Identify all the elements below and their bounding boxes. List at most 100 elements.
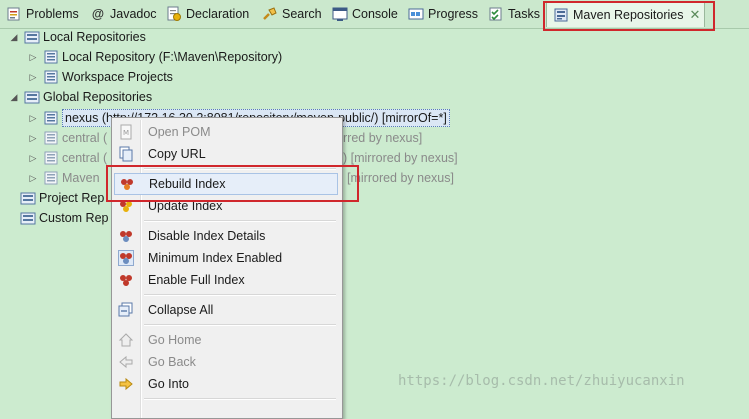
tab-search[interactable]: Search [262,4,322,24]
collapsed-triangle-icon[interactable]: ▷ [27,67,39,87]
tree-node-mirror-text: [mirrored by nexus] [347,171,454,185]
minimum-index-icon [118,250,134,266]
repository-icon [44,171,58,185]
menu-item-label: Open POM [148,125,211,139]
menu-item-disable-index-details[interactable]: Disable Index Details [114,225,338,247]
menu-item-label: Go Into [148,377,189,391]
tab-label: Problems [26,7,79,21]
tab-label: Progress [428,7,479,21]
menu-item-open-pom[interactable]: M Open POM [114,121,338,143]
tree-node-custom-repositories[interactable]: Custom Rep [20,208,108,228]
forward-arrow-icon [119,377,133,391]
tree-node-mirror-text: rred by nexus] [343,131,423,145]
menu-item-copy-url[interactable]: Copy URL [114,143,338,165]
repository-group-icon [24,91,40,104]
repository-group-icon [20,192,36,205]
tree-node-label: Project Rep [39,191,105,205]
tree-node-local-repository[interactable]: ▷ Local Repository (F:\Maven\Repository) [27,47,283,67]
menu-item-label: Minimum Index Enabled [148,251,283,265]
tab-label: Maven Repositories [573,8,684,22]
expanded-triangle-icon[interactable]: ◢ [8,87,20,107]
tree-node-central[interactable]: ▷ central ( [27,128,108,148]
menu-item-label: Go Back [148,355,196,369]
repository-group-icon [24,31,40,44]
pom-file-icon: M [120,124,132,140]
collapsed-triangle-icon[interactable]: ▷ [27,108,39,128]
menu-separator [144,294,336,296]
tree-node-label: Local Repositories [43,30,146,44]
repository-icon [44,151,58,165]
menu-item-enable-full-index[interactable]: Enable Full Index [114,269,338,291]
progress-icon [408,8,424,20]
menu-separator [144,220,336,222]
menu-separator [144,324,336,326]
rebuild-index-icon [121,179,133,190]
tab-problems[interactable]: Problems [6,4,79,24]
maven-repositories-icon [554,8,568,22]
tree-node-project-repositories[interactable]: Project Rep [20,188,104,208]
collapsed-triangle-icon[interactable]: ▷ [27,47,39,67]
tree-node-label: Custom Rep [39,211,109,225]
tree-node-label: Global Repositories [43,90,153,104]
menu-item-go-into[interactable]: Go Into [114,373,338,395]
collapsed-triangle-icon[interactable]: ▷ [27,148,39,168]
search-icon [263,7,277,20]
menu-item-go-home[interactable]: Go Home [114,329,338,351]
menu-item-minimum-index-enabled[interactable]: Minimum Index Enabled [114,247,338,269]
tab-label: Javadoc [110,7,157,21]
svg-text:M: M [123,129,129,137]
tab-label: Search [282,7,322,21]
menu-item-label: Rebuild Index [149,177,226,191]
copy-icon [119,146,133,162]
tree-node-global-repositories[interactable]: ◢ Global Repositories [8,87,153,107]
menu-item-collapse-all[interactable]: Collapse All [114,299,338,321]
tab-declaration[interactable]: Declaration [166,4,249,24]
menu-item-label: Go Home [148,333,202,347]
node-mirror: [mirrorOf=*] [381,111,447,125]
menu-item-label: Enable Full Index [148,273,245,287]
home-icon [118,333,134,347]
menu-separator [144,168,336,170]
tab-javadoc[interactable]: @ Javadoc [90,4,157,24]
expanded-triangle-icon[interactable]: ◢ [8,27,20,47]
menu-item-label: Copy URL [148,147,206,161]
console-icon [332,7,348,21]
tab-label: Declaration [186,7,250,21]
back-arrow-icon [119,355,133,369]
tab-progress[interactable]: Progress [408,4,478,24]
repository-icon [44,131,58,145]
menu-item-label: Collapse All [148,303,214,317]
tree-node-local-repositories[interactable]: ◢ Local Repositories [8,27,146,47]
menu-item-rebuild-index[interactable]: Rebuild Index [114,173,338,195]
tree-node-label: Workspace Projects [62,70,173,84]
repository-icon [44,50,58,64]
collapsed-triangle-icon[interactable]: ▷ [27,168,39,188]
collapsed-triangle-icon[interactable]: ▷ [27,128,39,148]
tab-console[interactable]: Console [332,4,398,24]
tree-node-mirror-text: ) [mirrored by nexus] [343,151,458,165]
tasks-icon [489,7,502,21]
tab-maven-repositories[interactable]: Maven Repositories ✕ [546,2,706,27]
collapse-all-icon [118,302,133,317]
repository-icon [44,70,58,84]
tree-node-label: central ( [62,151,108,165]
node-name: nexus ( [65,111,106,125]
index-details-icon [120,231,132,242]
tree-node-maven[interactable]: ▷ Maven [27,168,100,188]
repository-group-icon [20,212,36,225]
menu-item-go-back[interactable]: Go Back [114,351,338,373]
watermark: https://blog.csdn.net/zhuiyucanxin [398,373,685,389]
tree-node-label: Local Repository (F:\Maven\Repository) [62,50,283,64]
close-icon[interactable]: ✕ [689,3,700,27]
javadoc-icon: @ [91,7,105,21]
tab-label: Console [352,7,398,21]
tab-label: Tasks [508,7,540,21]
update-index-icon [120,201,132,212]
repository-icon [44,111,58,125]
view-tab-bar: Problems @ Javadoc Declaration Search Co… [0,0,749,29]
menu-separator [144,398,336,400]
tree-node-workspace-projects[interactable]: ▷ Workspace Projects [27,67,173,87]
tab-tasks[interactable]: Tasks [488,4,540,24]
menu-item-update-index[interactable]: Update Index [114,195,338,217]
tree-node-central-2[interactable]: ▷ central ( [27,148,108,168]
